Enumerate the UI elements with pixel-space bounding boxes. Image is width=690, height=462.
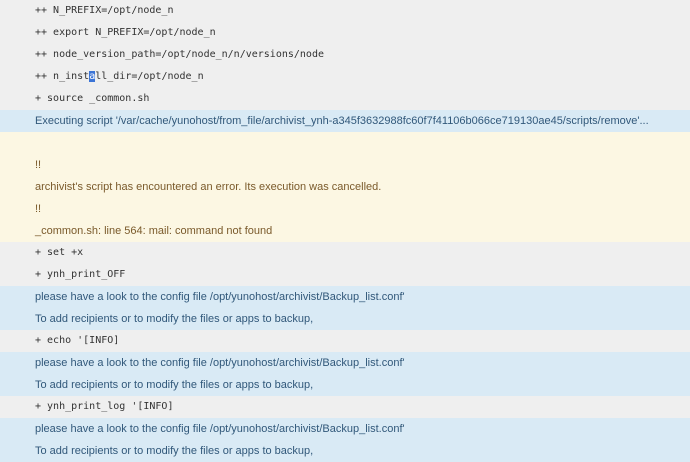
log-line-warning: !! [0, 154, 690, 176]
log-line-info: please have a look to the config file /o… [0, 352, 690, 374]
log-line-debug: ++ node_version_path=/opt/node_n/n/versi… [0, 44, 690, 66]
log-line-debug: + echo '[INFO] [0, 330, 690, 352]
log-line-info: please have a look to the config file /o… [0, 418, 690, 440]
log-line-warning: !! [0, 198, 690, 220]
log-line-info: To add recipients or to modify the files… [0, 440, 690, 462]
log-line-info: please have a look to the config file /o… [0, 286, 690, 308]
log-line-debug: + set +x [0, 242, 690, 264]
log-line-info: To add recipients or to modify the files… [0, 308, 690, 330]
log-line-info: Executing script '/var/cache/yunohost/fr… [0, 110, 690, 132]
log-text: ++ n_inst [35, 71, 90, 82]
log-line-debug: + ynh_print_OFF [0, 264, 690, 286]
log-line-warning: _common.sh: line 564: mail: command not … [0, 220, 690, 242]
log-line-debug: + source _common.sh [0, 88, 690, 110]
log-line-info: To add recipients or to modify the files… [0, 374, 690, 396]
log-line-debug: ++ export N_PREFIX=/opt/node_n [0, 22, 690, 44]
log-line-debug: ++ N_PREFIX=/opt/node_n [0, 0, 690, 22]
log-line-debug: ++ n_install_dir=/opt/node_n [0, 66, 690, 88]
log-spacer [0, 132, 690, 154]
log-output: ++ N_PREFIX=/opt/node_n ++ export N_PREF… [0, 0, 690, 462]
log-text: ll_dir=/opt/node_n [95, 71, 204, 82]
log-line-debug: + ynh_print_log '[INFO] [0, 396, 690, 418]
log-line-warning: archivist's script has encountered an er… [0, 176, 690, 198]
